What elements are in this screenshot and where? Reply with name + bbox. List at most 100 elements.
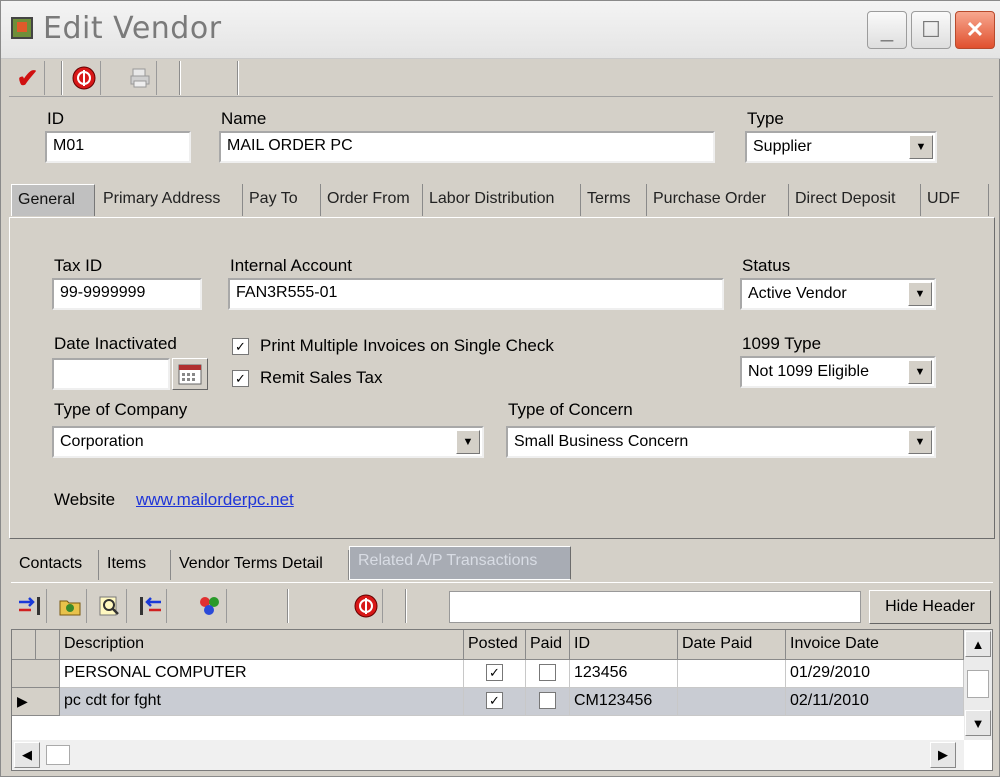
column-header-invoice-date[interactable]: Invoice Date [786,630,964,660]
column-header-description[interactable]: Description [60,630,464,660]
cell-paid[interactable] [526,688,570,716]
id-field[interactable]: M01 [45,131,191,163]
tab-general[interactable]: General [11,184,95,216]
cell-posted[interactable]: ✓ [464,660,526,688]
column-header-date-paid[interactable]: Date Paid [678,630,786,660]
date-inactivated-field[interactable] [52,358,170,390]
new-record-button[interactable] [53,589,87,623]
type-of-concern-select[interactable]: Small Business Concern ▼ [506,426,936,458]
row-header[interactable] [12,660,60,688]
column-header-id[interactable]: ID [570,630,678,660]
tab-purchase-order[interactable]: Purchase Order [647,184,789,216]
cell-invoice-date[interactable]: 02/11/2010 [786,688,964,716]
tab-primary-address[interactable]: Primary Address [97,184,243,216]
tab-pay-to[interactable]: Pay To [243,184,321,216]
save-button[interactable]: ✔ [11,61,45,95]
print-multiple-label: Print Multiple Invoices on Single Check [260,336,554,355]
cancel-button[interactable] [67,61,101,95]
cell-date-paid[interactable] [678,688,786,716]
tab-direct-deposit[interactable]: Direct Deposit [789,184,921,216]
status-select[interactable]: Active Vendor ▼ [740,278,936,310]
arrow-right-icon [18,597,40,615]
tab-terms[interactable]: Terms [581,184,647,216]
scroll-right-button[interactable]: ▶ [930,742,956,768]
tab-vendor-terms-detail[interactable]: Vendor Terms Detail [171,550,349,580]
search-icon [99,596,119,616]
cell-date-paid[interactable] [678,660,786,688]
chevron-down-icon[interactable]: ▼ [908,430,932,454]
remit-sales-tax-checkbox[interactable]: ✓ [232,370,249,387]
chevron-right-icon: ▶ [938,747,948,762]
grid-cancel-button[interactable] [349,589,383,623]
find-button[interactable] [93,589,127,623]
name-label: Name [221,109,267,128]
1099-type-select[interactable]: Not 1099 Eligible ▼ [740,356,936,388]
scroll-down-button[interactable]: ▼ [965,710,991,736]
toolbar-separator [287,589,289,623]
posted-checkbox[interactable]: ✓ [486,664,503,681]
cell-description[interactable]: pc cdt for fght [60,688,464,716]
vertical-scroll-thumb[interactable] [967,670,989,698]
tab-related-ap-transactions[interactable]: Related A/P Transactions [349,546,571,580]
tab-order-from[interactable]: Order From [321,184,423,216]
paid-checkbox[interactable] [539,664,556,681]
checkmark-icon: ✔ [16,62,39,93]
chevron-down-icon[interactable]: ▼ [908,360,932,384]
close-icon: ✕ [965,17,985,42]
posted-checkbox[interactable]: ✓ [486,692,503,709]
status-select-value: Active Vendor [748,285,847,302]
cell-id[interactable]: CM123456 [570,688,678,716]
current-row-icon: ▶ [17,693,28,709]
vertical-scrollbar[interactable]: ▲ ▼ [964,630,992,740]
move-right-button[interactable] [13,589,47,623]
grid-corner [36,630,60,660]
print-multiple-checkbox[interactable]: ✓ [232,338,249,355]
type-of-company-select-value: Corporation [60,433,144,450]
paid-checkbox[interactable] [539,692,556,709]
cell-id[interactable]: 123456 [570,660,678,688]
chevron-down-icon[interactable]: ▼ [456,430,480,454]
app-icon [11,17,33,39]
tab-items[interactable]: Items [99,550,171,580]
maximize-button[interactable]: ☐ [911,11,951,49]
date-inactivated-label: Date Inactivated [54,334,177,353]
chevron-down-icon[interactable]: ▼ [909,135,933,159]
toolbar-separator [61,61,63,95]
cell-invoice-date[interactable]: 01/29/2010 [786,660,964,688]
grid-search-input[interactable] [449,591,861,623]
tax-id-field[interactable]: 99-9999999 [52,278,202,310]
1099-type-select-value: Not 1099 Eligible [748,363,869,380]
row-header[interactable]: ▶ [12,688,60,716]
cell-paid[interactable] [526,660,570,688]
tab-contacts[interactable]: Contacts [11,550,99,580]
column-header-paid[interactable]: Paid [526,630,570,660]
close-button[interactable]: ✕ [955,11,995,49]
minimize-button[interactable]: _ [867,11,907,49]
horizontal-scroll-thumb[interactable] [46,745,70,765]
toolbar-separator [237,61,239,95]
horizontal-scrollbar[interactable]: ◀ ▶ [12,740,964,770]
chevron-down-icon[interactable]: ▼ [908,282,932,306]
print-button[interactable] [123,61,157,95]
columns-button[interactable] [193,589,227,623]
arrow-left-icon [139,597,161,615]
cell-posted[interactable]: ✓ [464,688,526,716]
cancel-icon [72,66,95,90]
type-of-company-select[interactable]: Corporation ▼ [52,426,484,458]
scroll-up-button[interactable]: ▲ [965,631,991,657]
move-left-button[interactable] [133,589,167,623]
type-select-value: Supplier [753,138,812,155]
date-picker-button[interactable] [172,358,208,390]
column-header-posted[interactable]: Posted [464,630,526,660]
hide-header-button[interactable]: Hide Header [869,590,991,624]
id-label: ID [47,109,64,128]
checkmark-icon: ✓ [235,371,246,386]
name-field[interactable]: MAIL ORDER PC [219,131,715,163]
tab-labor-distribution[interactable]: Labor Distribution [423,184,581,216]
internal-account-field[interactable]: FAN3R555-01 [228,278,724,310]
tab-udf[interactable]: UDF [921,184,989,216]
scroll-left-button[interactable]: ◀ [14,742,40,768]
website-link[interactable]: www.mailorderpc.net [136,490,294,510]
type-select[interactable]: Supplier ▼ [745,131,937,163]
cell-description[interactable]: PERSONAL COMPUTER [60,660,464,688]
